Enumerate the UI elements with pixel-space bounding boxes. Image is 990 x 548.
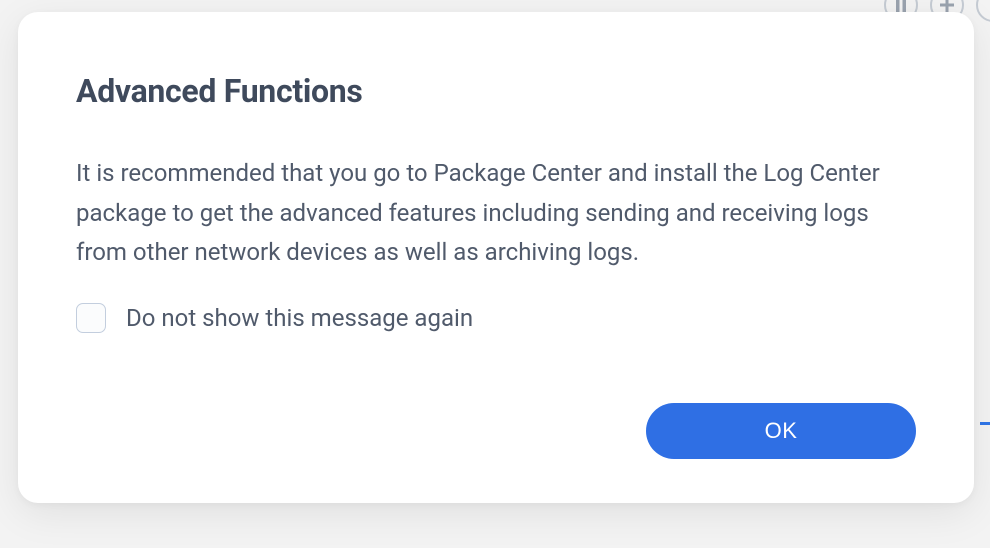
background-accent-line bbox=[980, 422, 990, 425]
advanced-functions-dialog: Advanced Functions It is recommended tha… bbox=[18, 12, 974, 503]
dialog-title: Advanced Functions bbox=[76, 72, 916, 110]
partial-icon bbox=[976, 0, 990, 22]
dialog-body-text: It is recommended that you go to Package… bbox=[76, 154, 916, 273]
ok-button[interactable]: OK bbox=[646, 403, 916, 459]
dialog-footer: OK bbox=[76, 403, 916, 459]
do-not-show-label[interactable]: Do not show this message again bbox=[126, 304, 473, 332]
do-not-show-row[interactable]: Do not show this message again bbox=[76, 303, 916, 333]
do-not-show-checkbox[interactable] bbox=[76, 303, 106, 333]
